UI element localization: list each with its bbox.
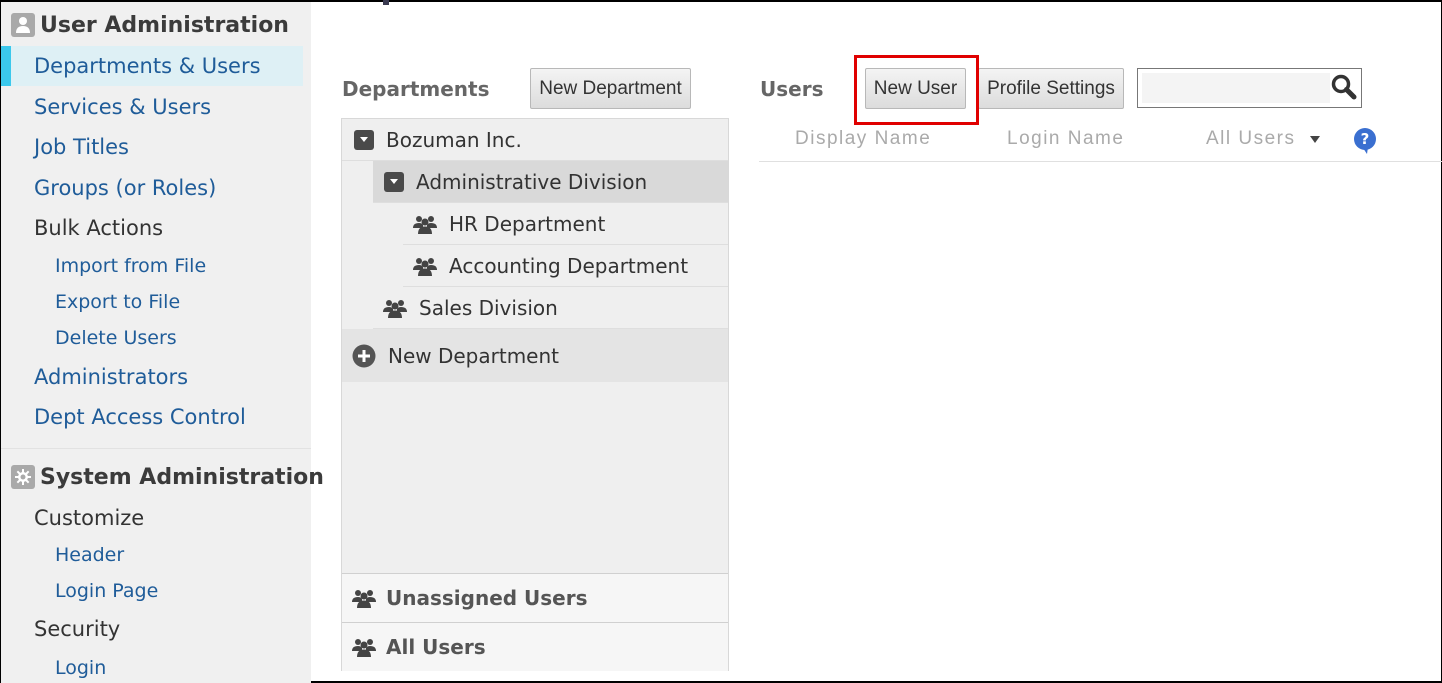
svg-text:?: ? <box>1361 130 1370 148</box>
sidebar-item-import-from-file[interactable]: Import from File <box>1 248 303 284</box>
tree-item-administrative-division[interactable]: Administrative Division <box>373 161 728 203</box>
sidebar-item-security: Security <box>34 617 121 641</box>
users-header-divider <box>759 161 1442 162</box>
new-department-button[interactable]: New Department <box>530 68 691 109</box>
column-login-name[interactable]: Login Name <box>1007 128 1124 150</box>
sidebar-item-customize: Customize <box>34 506 145 530</box>
system-admin-heading: System Administration <box>11 462 324 492</box>
user-filter-dropdown[interactable]: All Users <box>1206 128 1320 150</box>
sidebar-item-dept-access-control[interactable]: Dept Access Control <box>1 397 303 437</box>
user-icon <box>11 13 35 37</box>
group-icon <box>413 214 437 234</box>
user-admin-heading: User Administration <box>11 10 289 40</box>
sidebar-item-services-users[interactable]: Services & Users <box>1 87 303 127</box>
sidebar-divider <box>1 448 311 449</box>
group-icon <box>352 637 376 657</box>
collapse-toggle-icon[interactable] <box>384 171 404 192</box>
unassigned-users-item[interactable]: Unassigned Users <box>342 573 728 622</box>
sidebar-item-login-page[interactable]: Login Page <box>1 573 303 609</box>
add-department-row[interactable]: New Department <box>342 329 728 382</box>
tree-item-accounting-department[interactable]: Accounting Department <box>403 245 728 287</box>
department-tree-panel: Bozuman Inc. Administrative Division HR … <box>341 118 729 671</box>
group-icon <box>383 298 407 318</box>
new-user-button[interactable]: New User <box>865 68 966 109</box>
search-input[interactable] <box>1142 73 1330 103</box>
sidebar-item-departments-users[interactable]: Departments & Users <box>1 46 303 86</box>
users-title: Users <box>760 77 824 101</box>
gear-icon <box>11 465 35 489</box>
sidebar-item-login[interactable]: Login <box>1 650 303 683</box>
group-icon <box>352 588 376 608</box>
chevron-down-icon <box>1309 135 1320 143</box>
departments-title: Departments <box>342 77 490 101</box>
sidebar-item-bulk-actions: Bulk Actions <box>34 216 164 240</box>
tree-item-sales-division[interactable]: Sales Division <box>373 287 728 329</box>
plus-circle-icon <box>352 344 376 368</box>
sidebar: User Administration Departments & Users … <box>1 2 324 683</box>
search-icon[interactable] <box>1331 74 1357 104</box>
sidebar-item-administrators[interactable]: Administrators <box>1 357 303 397</box>
sidebar-item-header[interactable]: Header <box>1 537 303 573</box>
page-title-fragment <box>383 0 389 5</box>
sidebar-item-job-titles[interactable]: Job Titles <box>1 127 303 167</box>
group-icon <box>413 256 437 276</box>
sidebar-item-delete-users[interactable]: Delete Users <box>1 320 303 356</box>
help-icon[interactable]: ? <box>1353 128 1377 154</box>
tree-item-hr-department[interactable]: HR Department <box>403 203 728 245</box>
sidebar-item-export-to-file[interactable]: Export to File <box>1 284 303 320</box>
tree-item-bozuman-inc[interactable]: Bozuman Inc. <box>342 119 728 161</box>
sidebar-item-groups[interactable]: Groups (or Roles) <box>1 168 303 208</box>
collapse-toggle-icon[interactable] <box>354 129 374 150</box>
user-search <box>1137 68 1362 108</box>
all-users-item[interactable]: All Users <box>342 622 728 671</box>
column-display-name[interactable]: Display Name <box>795 128 931 150</box>
profile-settings-button[interactable]: Profile Settings <box>978 68 1124 109</box>
